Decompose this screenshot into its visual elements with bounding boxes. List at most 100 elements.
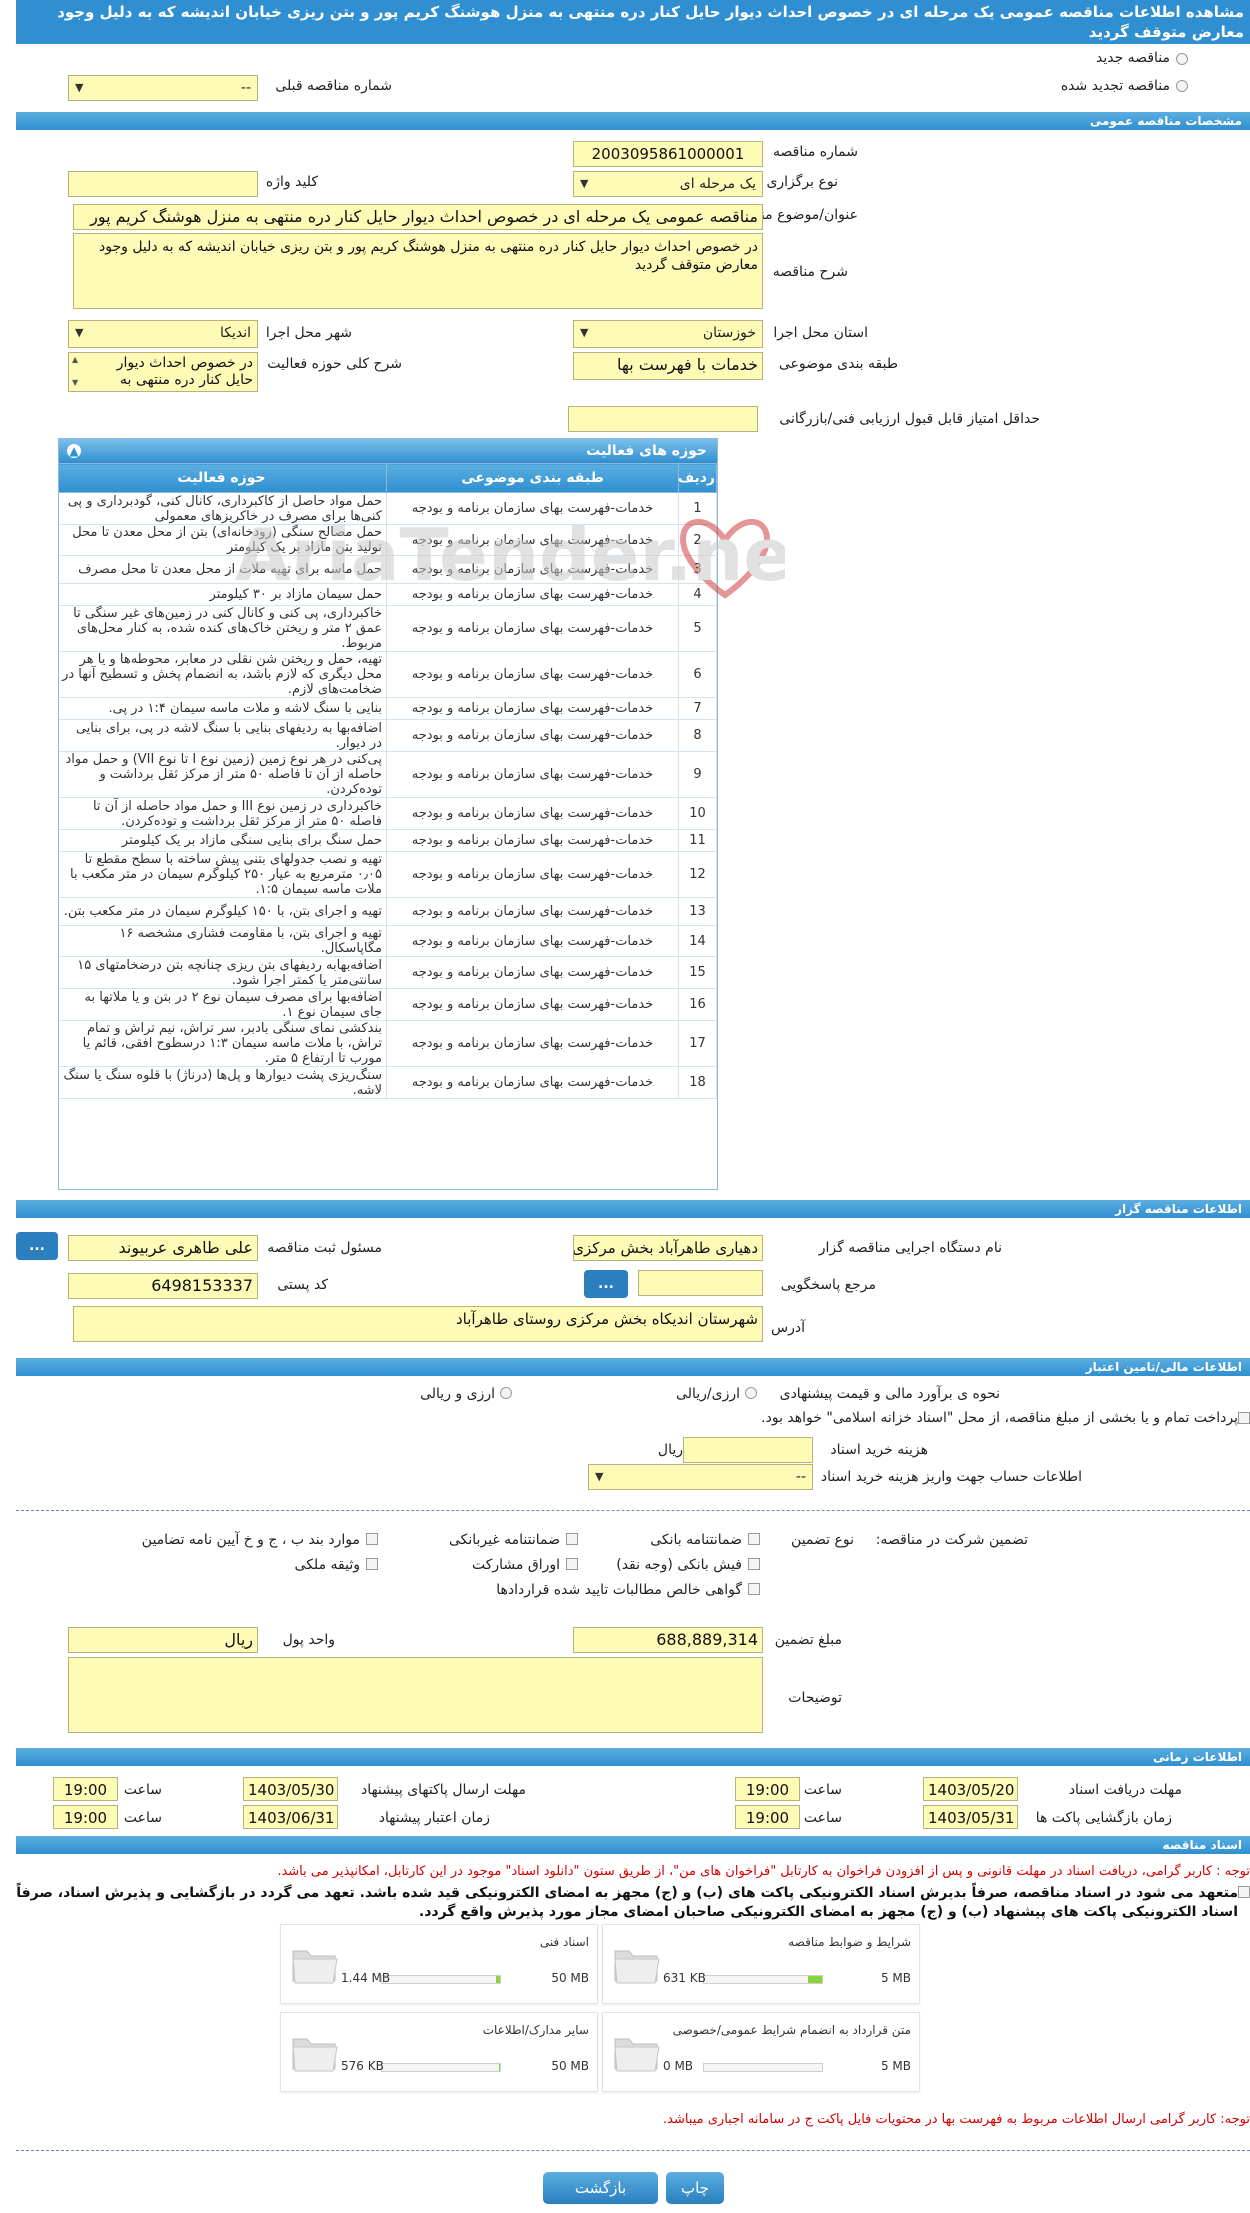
estimate-rial-radio[interactable]	[745, 1387, 757, 1399]
estimate-currency-label: ارزی و ریالی	[420, 1386, 495, 1402]
new-tender-radio[interactable]	[1176, 53, 1188, 65]
open-date-field[interactable]: 1403/05/31	[923, 1805, 1018, 1829]
table-row[interactable]: 6 خدمات-فهرست بهای سازمان برنامه و بودجه ت…	[59, 651, 717, 698]
document-file-max: 50 MB	[551, 1971, 589, 1985]
bonds-label: اوراق مشارکت	[471, 1557, 560, 1573]
table-row[interactable]: 18 خدمات-فهرست بهای سازمان برنامه و بودجه…	[59, 1066, 717, 1099]
table-row[interactable]: 9 خدمات-فهرست بهای سازمان برنامه و بودجه پ…	[59, 751, 717, 798]
scroll-down-icon[interactable]: ▼	[72, 378, 78, 387]
tender-number-field[interactable]: 2003095861000001	[573, 141, 763, 167]
reference-field[interactable]	[638, 1270, 763, 1296]
table-row[interactable]: 7 خدمات-فهرست بهای سازمان برنامه و بودجه ب…	[59, 697, 717, 720]
account-select[interactable]: -- ▼	[588, 1464, 813, 1490]
validity-time-field[interactable]: 19:00	[53, 1805, 118, 1829]
table-row[interactable]: 8 خدمات-فهرست بهای سازمان برنامه و بودجه ا…	[59, 719, 717, 752]
doc-deadline-time-field[interactable]: 19:00	[735, 1777, 800, 1801]
address-field[interactable]: شهرستان اندیکاه بخش مرکزی روستای طاهرآبا…	[73, 1306, 763, 1342]
activity-desc-label: شرح کلی حوزه فعالیت	[267, 356, 402, 372]
chevron-down-icon: ▼	[75, 81, 84, 94]
document-file-max: 5 MB	[880, 2059, 911, 2073]
nonbank-guarantee-checkbox[interactable]	[566, 1533, 578, 1545]
guarantee-notes-field[interactable]	[68, 1657, 763, 1733]
table-row[interactable]: 11 خدمات-فهرست بهای سازمان برنامه و بودجه…	[59, 829, 717, 852]
min-score-field[interactable]	[568, 406, 758, 432]
table-row[interactable]: 12 خدمات-فهرست بهای سازمان برنامه و بودجه…	[59, 851, 717, 898]
keyword-field[interactable]	[68, 171, 258, 197]
cash-receipt-checkbox[interactable]	[748, 1558, 760, 1570]
reference-lookup-button[interactable]: ...	[584, 1270, 628, 1298]
province-select[interactable]: خوزستان ▼	[573, 320, 763, 348]
doc-deadline-date-field[interactable]: 1403/05/20	[923, 1777, 1018, 1801]
open-hour-field[interactable]: 19:00	[735, 1805, 800, 1829]
back-button[interactable]: بازگشت	[543, 2172, 658, 2204]
category-cell: خدمات-فهرست بهای سازمان برنامه و بودجه	[386, 829, 679, 852]
documents-section-header: اسناد مناقصه	[16, 1836, 1250, 1854]
category-field[interactable]: خدمات با فهرست بها	[573, 352, 763, 380]
table-row[interactable]: 15 خدمات-فهرست بهای سازمان برنامه و بودجه…	[59, 956, 717, 989]
bank-guarantee-checkbox[interactable]	[748, 1533, 760, 1545]
estimate-rial-label: ارزی/ریالی	[676, 1386, 740, 1402]
organizer-org-field[interactable]: دهیاری طاهرآباد بخش مرکزی	[573, 1235, 763, 1261]
document-file-box[interactable]: متن قرارداد به انضمام شرایط عمومی/خصوصی 5…	[602, 2012, 920, 2092]
row-number-cell: 12	[678, 851, 717, 898]
currency-unit-field[interactable]: ریال	[68, 1627, 258, 1653]
validity-date-field[interactable]: 1403/06/31	[243, 1805, 338, 1829]
city-label: شهر محل اجرا	[265, 325, 352, 341]
category-cell: خدمات-فهرست بهای سازمان برنامه و بودجه	[386, 988, 679, 1021]
postal-code-field[interactable]: 6498153337	[68, 1273, 258, 1299]
regulation-items-checkbox[interactable]	[366, 1533, 378, 1545]
description-field[interactable]: در خصوص احداث دیوار حایل کنار دره منتهی …	[73, 233, 763, 309]
validity-label: زمان اعتبار پیشنهاد	[378, 1810, 490, 1826]
send-deadline-time-field[interactable]: 19:00	[53, 1777, 118, 1801]
renewed-tender-radio[interactable]	[1176, 80, 1188, 92]
officer-field[interactable]: علی طاهری عربیوند	[68, 1235, 258, 1261]
city-select[interactable]: اندیکا ▼	[68, 320, 258, 348]
document-file-box[interactable]: اسناد فنی 50 MB 1.44 MB	[280, 1924, 598, 2004]
open-time-label: زمان بازگشایی پاکت ها	[1035, 1810, 1172, 1826]
scroll-up-icon[interactable]: ▲	[72, 355, 78, 364]
previous-tender-select[interactable]: -- ▼	[68, 75, 258, 101]
activities-grid-title: حوزه های فعالیت ▲	[59, 439, 717, 463]
watermark-logo: AriaTender.neT	[235, 513, 785, 599]
doc-cost-label: هزینه خرید اسناد	[830, 1442, 928, 1458]
column-header-category[interactable]: طبقه بندی موضوعی	[386, 463, 679, 493]
send-deadline-date-field[interactable]: 1403/05/30	[243, 1777, 338, 1801]
activity-cell: اضافه‌بها به ردیفهای بنایی با سنگ لاشه د…	[59, 719, 387, 752]
document-file-progress	[381, 2063, 501, 2072]
property-collateral-checkbox[interactable]	[366, 1558, 378, 1570]
finance-section-header: اطلاعات مالی/تامین اعتبار	[16, 1358, 1250, 1376]
table-row[interactable]: 10 خدمات-فهرست بهای سازمان برنامه و بودجه…	[59, 797, 717, 830]
islamic-treasury-checkbox[interactable]	[1238, 1412, 1250, 1424]
table-row[interactable]: 13 خدمات-فهرست بهای سازمان برنامه و بودجه…	[59, 897, 717, 926]
province-label: استان محل اجرا	[773, 325, 868, 341]
column-header-activity[interactable]: حوزه فعالیت	[59, 463, 387, 493]
chevron-down-icon: ▼	[75, 326, 84, 339]
officer-label: مسئول ثبت مناقصه	[267, 1240, 382, 1256]
table-row[interactable]: 14 خدمات-فهرست بهای سازمان برنامه و بودجه…	[59, 925, 717, 957]
document-file-box[interactable]: شرایط و ضوابط مناقصه 5 MB 631 KB	[602, 1924, 920, 2004]
officer-lookup-button[interactable]: ...	[16, 1232, 58, 1260]
activity-desc-field[interactable]: در خصوص احداث دیوار حایل کنار دره منتهی …	[68, 352, 258, 392]
estimate-currency-radio[interactable]	[500, 1387, 512, 1399]
table-row[interactable]: 16 خدمات-فهرست بهای سازمان برنامه و بودجه…	[59, 988, 717, 1021]
bonds-checkbox[interactable]	[566, 1558, 578, 1570]
print-button[interactable]: چاپ	[666, 2172, 724, 2204]
table-row[interactable]: 5 خدمات-فهرست بهای سازمان برنامه و بودجه خ…	[59, 605, 717, 652]
subject-field[interactable]: مناقصه عمومی یک مرحله ای در خصوص احداث د…	[73, 204, 763, 230]
document-file-box[interactable]: سایر مدارک/اطلاعات 50 MB 576 KB	[280, 2012, 598, 2092]
chevron-down-icon: ▼	[580, 326, 589, 339]
column-header-row-number[interactable]: ردیف	[678, 463, 717, 493]
guarantee-amount-field[interactable]: 688,889,314	[573, 1627, 763, 1653]
hold-type-select[interactable]: یک مرحله ای ▼	[573, 171, 763, 197]
doc-cost-field[interactable]	[683, 1437, 813, 1463]
activity-cell: حمل سنگ برای بنایی سنگی مازاد بر یک کیلو…	[59, 829, 387, 852]
collapse-icon[interactable]: ▲	[67, 444, 81, 458]
claims-certificate-checkbox[interactable]	[748, 1583, 760, 1595]
category-cell: خدمات-فهرست بهای سازمان برنامه و بودجه	[386, 605, 679, 652]
section-divider	[16, 1510, 1250, 1511]
table-row[interactable]: 17 خدمات-فهرست بهای سازمان برنامه و بودجه…	[59, 1020, 717, 1067]
document-file-progress-fill	[496, 1976, 500, 1983]
account-value: --	[795, 1469, 806, 1485]
folder-icon	[292, 2038, 338, 2072]
electronic-docs-commit-checkbox[interactable]	[1238, 1886, 1250, 1898]
